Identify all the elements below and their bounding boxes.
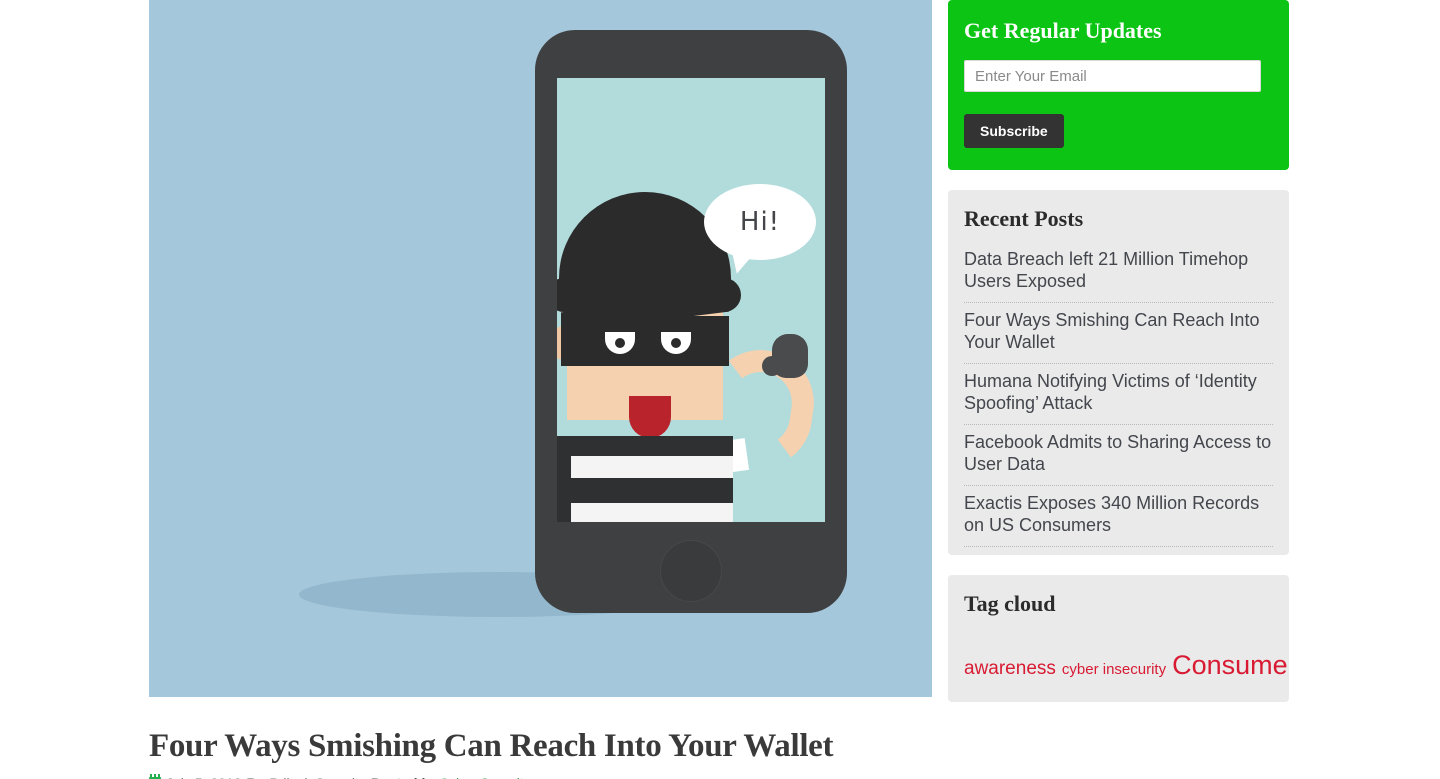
list-item: Facebook Admits to Sharing Access to Use… [964, 425, 1273, 486]
subscribe-button[interactable]: Subscribe [964, 114, 1064, 148]
phone-screen: Hi! [557, 78, 825, 522]
recent-posts-list: Data Breach left 21 Million Timehop User… [964, 242, 1273, 547]
list-item: Exactis Exposes 340 Million Records on U… [964, 486, 1273, 547]
widget-tag-cloud: Tag cloud awareness cyber insecurity Consu… [948, 574, 1289, 702]
thief-mouth [629, 396, 671, 438]
article-category-link[interactable]: Cyber Security [439, 775, 531, 779]
article-date: July 5, 2018 [166, 775, 242, 779]
list-item: Humana Notifying Victims of ‘Identity Sp… [964, 364, 1273, 425]
widget-recent-posts: Recent Posts Data Breach left 21 Million… [948, 190, 1289, 555]
recent-post-link[interactable]: Data Breach left 21 Million Timehop User… [964, 249, 1273, 293]
article-author: Prilock Security [269, 775, 365, 779]
shirt-stripe [571, 456, 733, 478]
article-byline: July 5, 2018 By Prilock Security Posted … [149, 774, 932, 779]
list-item: Four Ways Smishing Can Reach Into Your W… [964, 303, 1273, 364]
speech-bubble-text: Hi! [739, 207, 781, 237]
tag-cloud-title: Tag cloud [964, 590, 1056, 616]
featured-image: Hi! [149, 0, 932, 697]
tag-cloud-link[interactable]: awareness [964, 658, 1056, 679]
subscribe-widget-title: Get Regular Updates [964, 18, 1162, 43]
thief-mask [561, 316, 729, 366]
byline-by-label: By [247, 775, 265, 779]
thief-character: Hi! [557, 78, 825, 522]
tag-cloud-list: awarenesscyber insecurityConsumerPrivacy… [964, 627, 1289, 694]
page-title: Four Ways Smishing Can Reach Into Your W… [149, 728, 834, 764]
shirt-stripe [571, 503, 733, 522]
page-root: Hi! Four Ways Smishing Can Reach Into Yo… [0, 0, 1440, 779]
recent-post-link[interactable]: Facebook Admits to Sharing Access to Use… [964, 432, 1273, 476]
recent-post-link[interactable]: Humana Notifying Victims of ‘Identity Sp… [964, 371, 1273, 415]
thief-hat-brim [557, 278, 741, 312]
thief-thumb [762, 356, 782, 376]
tag-cloud-link[interactable]: Consumer [1172, 650, 1289, 680]
list-item: Data Breach left 21 Million Timehop User… [964, 242, 1273, 303]
sidebar: Get Regular Updates Subscribe Recent Pos… [948, 0, 1289, 722]
phone-home-button [660, 540, 722, 602]
speech-bubble: Hi! [704, 184, 816, 260]
main-content-column: Hi! Four Ways Smishing Can Reach Into Yo… [149, 0, 932, 779]
recent-post-link[interactable]: Four Ways Smishing Can Reach Into Your W… [964, 310, 1273, 354]
tag-cloud-link[interactable]: cyber insecurity [1062, 661, 1166, 678]
widget-get-regular-updates: Get Regular Updates Subscribe [948, 0, 1289, 170]
recent-posts-title: Recent Posts [964, 206, 1084, 231]
recent-post-link[interactable]: Exactis Exposes 340 Million Records on U… [964, 493, 1273, 537]
email-field[interactable] [964, 60, 1261, 92]
posted-in-label: Posted in [371, 775, 434, 779]
smartphone-illustration: Hi! [535, 30, 847, 613]
